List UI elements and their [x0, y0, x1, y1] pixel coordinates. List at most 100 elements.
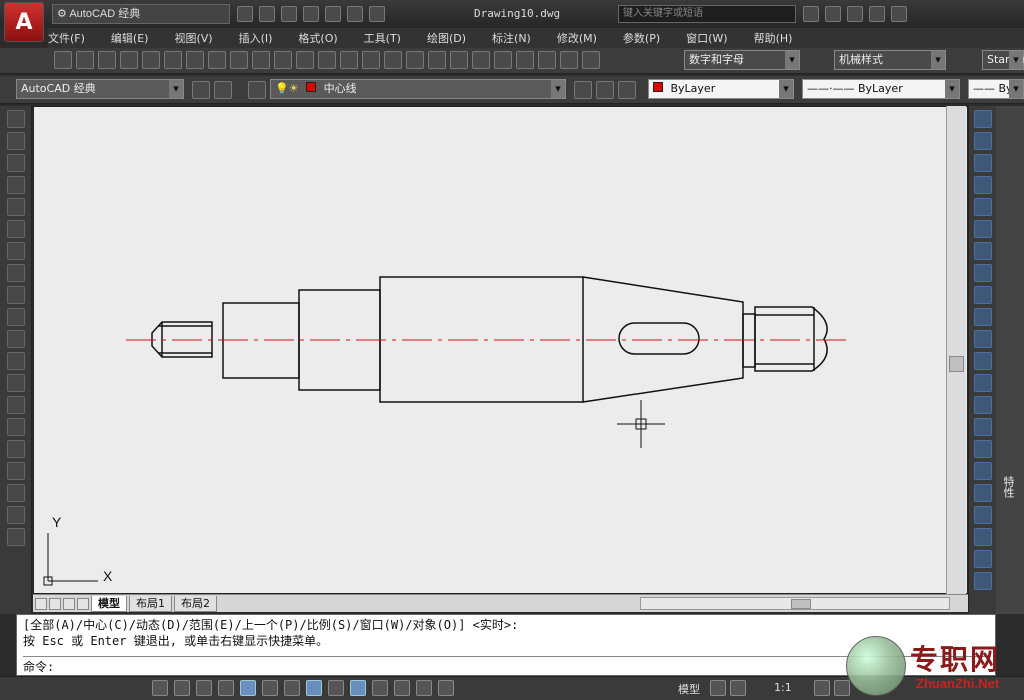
- workspace-combo[interactable]: AutoCAD 经典: [16, 79, 184, 99]
- undo-icon[interactable]: [325, 6, 341, 22]
- workspace-save-icon[interactable]: [214, 81, 232, 99]
- layer-previous-icon[interactable]: [596, 81, 614, 99]
- spline-icon[interactable]: [7, 286, 25, 304]
- layer-combo[interactable]: 💡☀ 中心线: [270, 79, 566, 99]
- first-tab-button[interactable]: [35, 597, 47, 610]
- chamfer-icon[interactable]: [974, 418, 992, 436]
- copy-icon[interactable]: [974, 132, 992, 150]
- 3dosnap-icon[interactable]: [284, 680, 300, 696]
- otrack-icon[interactable]: [306, 680, 322, 696]
- drawing-canvas[interactable]: Y X: [33, 106, 968, 594]
- arc-icon[interactable]: [7, 220, 25, 238]
- lineweight-icon[interactable]: [372, 680, 388, 696]
- horizontal-scroll-thumb[interactable]: [791, 599, 811, 609]
- qp-icon[interactable]: [416, 680, 432, 696]
- explode-icon[interactable]: [974, 462, 992, 480]
- transparency-icon[interactable]: [394, 680, 410, 696]
- draworder-icon[interactable]: [974, 484, 992, 502]
- save-icon[interactable]: [281, 6, 297, 22]
- dim-style-combo[interactable]: 机械样式: [834, 50, 946, 70]
- favorites-icon[interactable]: [869, 6, 885, 22]
- next-tab-button[interactable]: [63, 597, 75, 610]
- properties-icon[interactable]: [450, 51, 468, 69]
- application-menu-button[interactable]: A: [4, 2, 44, 42]
- toolpalettes-icon[interactable]: [494, 51, 512, 69]
- osnap-icon[interactable]: [262, 680, 278, 696]
- array-icon[interactable]: [974, 198, 992, 216]
- scale-icon[interactable]: [974, 264, 992, 282]
- sc-icon[interactable]: [438, 680, 454, 696]
- polar-icon[interactable]: [240, 680, 256, 696]
- preview-icon[interactable]: [142, 51, 160, 69]
- mirror-icon[interactable]: [974, 154, 992, 172]
- model-space-label[interactable]: 模型: [678, 681, 700, 697]
- rotate-icon[interactable]: [974, 242, 992, 260]
- subscription-icon[interactable]: [825, 6, 841, 22]
- 3d-icon[interactable]: [186, 51, 204, 69]
- layer-state-icon[interactable]: [618, 81, 636, 99]
- insert-block-icon[interactable]: [7, 352, 25, 370]
- open-icon[interactable]: [259, 6, 275, 22]
- menu-help[interactable]: 帮助(H): [754, 30, 793, 46]
- lineweight-combo[interactable]: —— By: [968, 79, 1024, 99]
- dyn-icon[interactable]: [350, 680, 366, 696]
- communication-icon[interactable]: [847, 6, 863, 22]
- help-icon[interactable]: [582, 51, 600, 69]
- open-icon[interactable]: [76, 51, 94, 69]
- bring-front-icon[interactable]: [974, 506, 992, 524]
- vertical-scrollbar[interactable]: [946, 106, 966, 594]
- mtext-icon[interactable]: [7, 506, 25, 524]
- color-combo[interactable]: ByLayer: [648, 79, 794, 99]
- calculator-icon[interactable]: [560, 51, 578, 69]
- gradient-icon[interactable]: [7, 440, 25, 458]
- snap-icon[interactable]: [174, 680, 190, 696]
- undo-icon[interactable]: [318, 51, 336, 69]
- menu-window[interactable]: 窗口(W): [686, 30, 727, 46]
- ellipse-arc-icon[interactable]: [7, 330, 25, 348]
- copy-icon[interactable]: [230, 51, 248, 69]
- line-icon[interactable]: [7, 110, 25, 128]
- quick-view-drawings-icon[interactable]: [730, 680, 746, 696]
- menu-modify[interactable]: 修改(M): [557, 30, 597, 46]
- break-at-point-icon[interactable]: [974, 352, 992, 370]
- menu-parametric[interactable]: 参数(P): [623, 30, 660, 46]
- plot-icon[interactable]: [120, 51, 138, 69]
- menu-dimension[interactable]: 标注(N): [492, 30, 531, 46]
- fillet-icon[interactable]: [974, 440, 992, 458]
- menu-edit[interactable]: 编辑(E): [111, 30, 149, 46]
- command-prompt[interactable]: 命令:: [23, 656, 989, 675]
- construction-line-icon[interactable]: [7, 132, 25, 150]
- grid-icon[interactable]: [196, 680, 212, 696]
- quick-view-layouts-icon[interactable]: [710, 680, 726, 696]
- ortho-icon[interactable]: [218, 680, 234, 696]
- print-icon[interactable]: [369, 6, 385, 22]
- point-icon[interactable]: [7, 396, 25, 414]
- pan-icon[interactable]: [362, 51, 380, 69]
- text-style-combo[interactable]: 数字和字母: [684, 50, 800, 70]
- paste-icon[interactable]: [252, 51, 270, 69]
- menu-format[interactable]: 格式(O): [298, 30, 337, 46]
- workspace-selector[interactable]: ⚙ AutoCAD 经典: [52, 4, 230, 24]
- annotation-scale[interactable]: 1:1: [774, 681, 792, 694]
- zoom-window-icon[interactable]: [406, 51, 424, 69]
- zoom-realtime-icon[interactable]: [384, 51, 402, 69]
- search-input[interactable]: 键入关键字或短语: [618, 5, 796, 23]
- stretch-icon[interactable]: [974, 286, 992, 304]
- tab-layout2[interactable]: 布局2: [174, 595, 217, 612]
- save-icon[interactable]: [98, 51, 116, 69]
- ellipse-icon[interactable]: [7, 308, 25, 326]
- make-current-icon[interactable]: [574, 81, 592, 99]
- menu-tools[interactable]: 工具(T): [364, 30, 401, 46]
- offset-icon[interactable]: [974, 176, 992, 194]
- menu-view[interactable]: 视图(V): [174, 30, 212, 46]
- blockeditor-icon[interactable]: [296, 51, 314, 69]
- tab-model[interactable]: 模型: [91, 595, 127, 612]
- binoculars-icon[interactable]: [803, 6, 819, 22]
- infer-icon[interactable]: [152, 680, 168, 696]
- table-icon[interactable]: [7, 484, 25, 502]
- join-icon[interactable]: [974, 396, 992, 414]
- erase-icon[interactable]: [974, 110, 992, 128]
- menu-draw[interactable]: 绘图(D): [427, 30, 466, 46]
- send-under-icon[interactable]: [974, 572, 992, 590]
- make-block-icon[interactable]: [7, 374, 25, 392]
